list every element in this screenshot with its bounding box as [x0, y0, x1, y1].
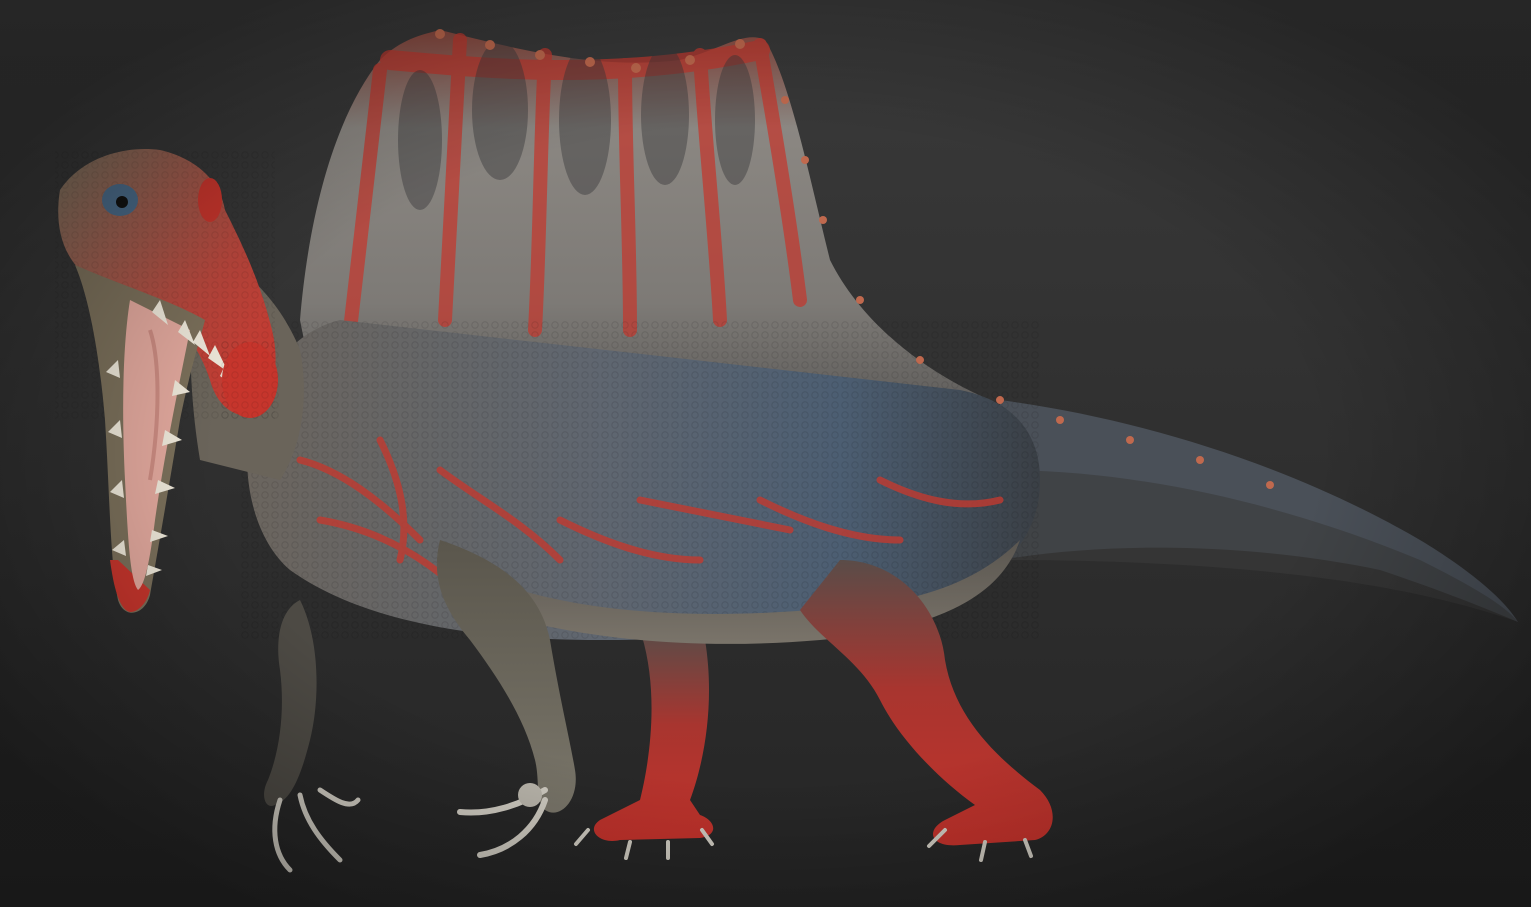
render-viewport [0, 0, 1531, 907]
vignette [0, 0, 1531, 907]
spinosaurus-render [0, 0, 1531, 907]
